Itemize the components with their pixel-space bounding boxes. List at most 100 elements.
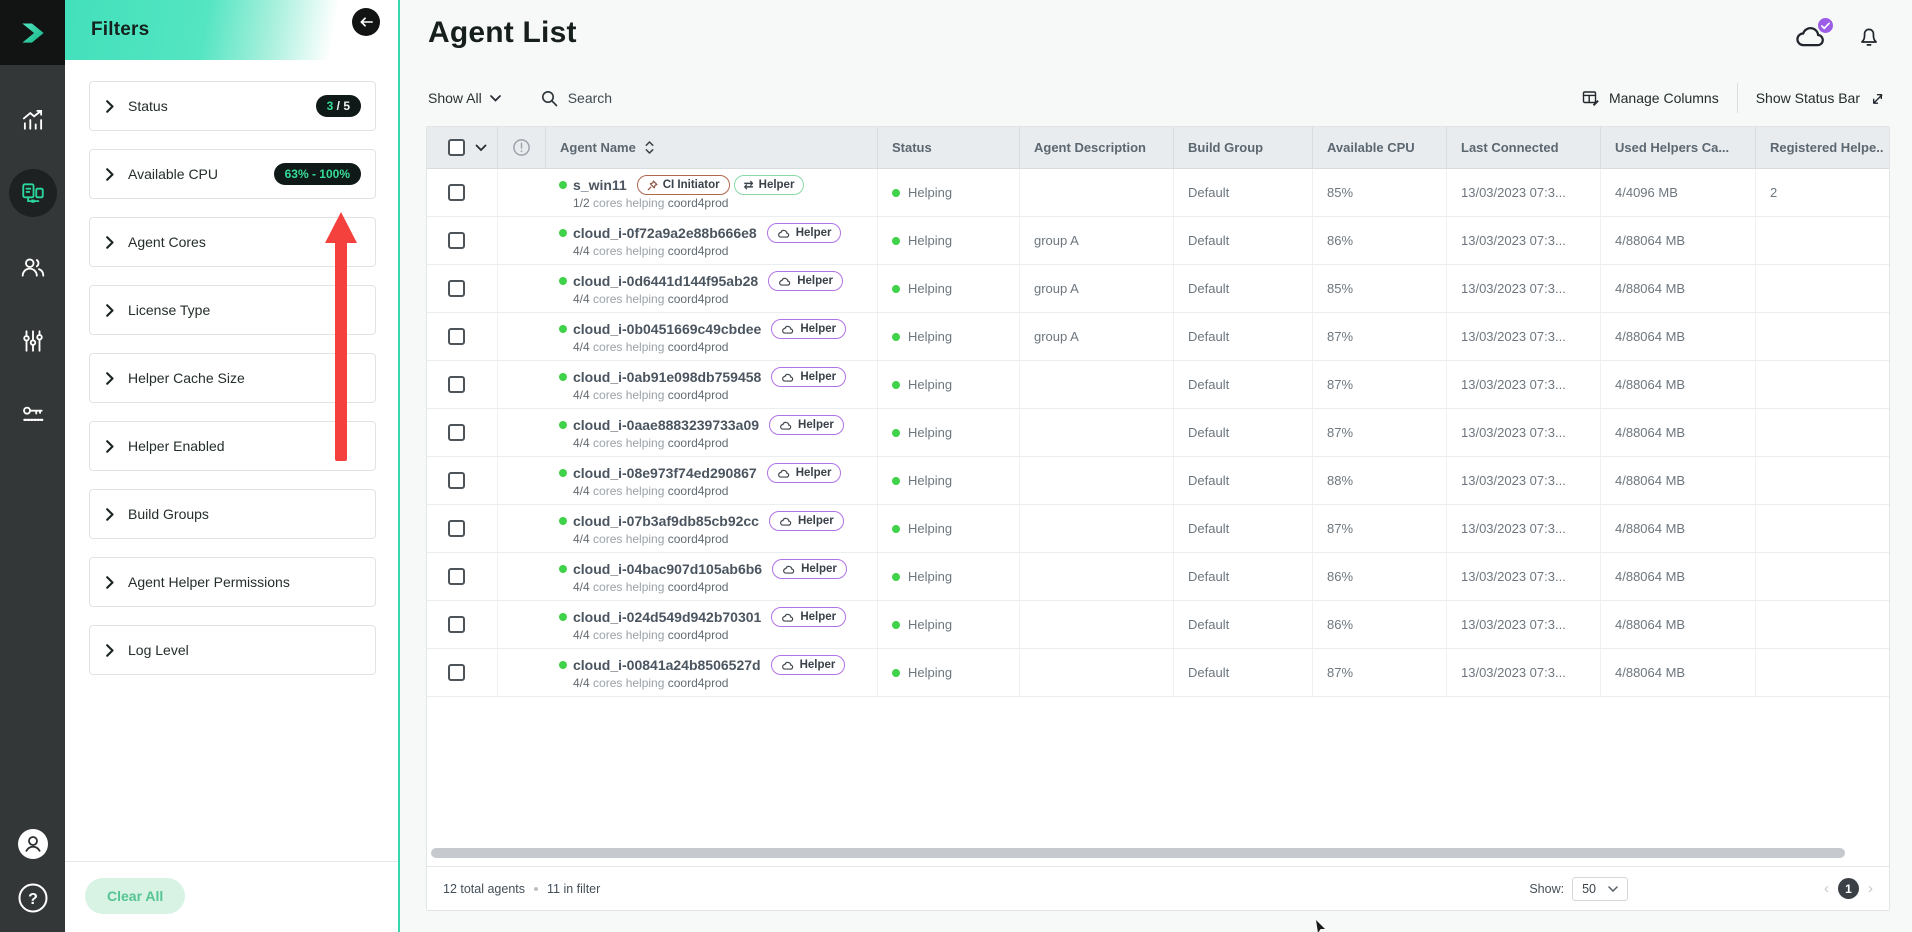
filter-card-log-level[interactable]: Log Level [89,625,376,675]
ci-initiator-badge: CI Initiator [637,175,730,195]
table-row[interactable]: cloud_i-024d549d942b70301 Helper 4/4 cor… [427,601,1889,649]
agent-online-dot [559,373,567,381]
row-checkbox[interactable] [448,520,465,537]
helper-badge: Helper [769,511,844,531]
available-cpu-cell: 85% [1313,265,1447,312]
row-checkbox[interactable] [448,232,465,249]
agent-subtext: 1/2 cores helping coord4prod [573,196,728,210]
agent-description-cell [1020,601,1174,648]
sort-icon[interactable] [644,140,655,155]
row-checkbox[interactable] [448,664,465,681]
agent-online-dot [559,661,567,669]
manage-columns-button[interactable]: Manage Columns [1582,89,1719,107]
header-agent-description[interactable]: Agent Description [1020,127,1174,168]
agent-badges: Helper [765,415,844,435]
registered-helpers-cell [1756,457,1889,504]
header-build-group[interactable]: Build Group [1174,127,1313,168]
clear-all-button[interactable]: Clear All [85,878,185,914]
table-row[interactable]: cloud_i-0ab91e098db759458 Helper 4/4 cor… [427,361,1889,409]
used-helpers-cell: 4/88064 MB [1601,361,1756,408]
agent-name[interactable]: s_win11 [573,177,627,193]
row-checkbox[interactable] [448,472,465,489]
agent-name[interactable]: cloud_i-0ab91e098db759458 [573,369,761,385]
agent-name[interactable]: cloud_i-08e973f74ed290867 [573,465,757,481]
table-row[interactable]: cloud_i-07b3af9db85cb92cc Helper 4/4 cor… [427,505,1889,553]
account-avatar[interactable] [17,828,49,860]
table-row[interactable]: cloud_i-0aae8883239733a09 Helper 4/4 cor… [427,409,1889,457]
agent-description-cell [1020,553,1174,600]
row-alert-cell [498,409,546,456]
available-cpu-cell: 87% [1313,649,1447,696]
nav-item-users[interactable] [9,243,57,291]
collapse-filters-button[interactable] [352,8,380,36]
filter-card-license-type[interactable]: License Type [89,285,376,335]
cloud-mini-icon [777,468,791,479]
table-row[interactable]: cloud_i-00841a24b8506527d Helper 4/4 cor… [427,649,1889,697]
table-row[interactable]: cloud_i-08e973f74ed290867 Helper 4/4 cor… [427,457,1889,505]
table-row[interactable]: cloud_i-04bac907d105ab6b6 Helper 4/4 cor… [427,553,1889,601]
nav-item-settings[interactable] [9,317,57,365]
select-menu-chevron-icon[interactable] [475,144,487,152]
prev-page-button[interactable]: ‹ [1824,881,1829,896]
agent-name[interactable]: cloud_i-07b3af9db85cb92cc [573,513,759,529]
row-checkbox[interactable] [448,568,465,585]
row-alert-cell [498,313,546,360]
app-logo[interactable] [0,0,65,65]
show-all-dropdown[interactable]: Show All [428,90,501,106]
page-size-select[interactable]: 50 [1572,877,1628,901]
filter-card-agent-cores[interactable]: Agent Cores [89,217,376,267]
row-checkbox[interactable] [448,616,465,633]
agent-name[interactable]: cloud_i-0d6441d144f95ab28 [573,273,758,289]
header-agent-name[interactable]: Agent Name [546,127,878,168]
back-arrow-icon [359,16,374,28]
filter-card-helper-cache-size[interactable]: Helper Cache Size [89,353,376,403]
help-button[interactable]: ? [17,882,49,914]
agent-description-cell [1020,457,1174,504]
next-page-button[interactable]: › [1868,881,1873,896]
row-checkbox[interactable] [448,280,465,297]
current-page-button[interactable]: 1 [1838,878,1859,899]
show-status-bar-button[interactable]: Show Status Bar [1756,90,1886,107]
cloud-status-button[interactable] [1794,22,1828,50]
select-all-checkbox[interactable] [448,139,465,156]
header-used-helpers[interactable]: Used Helpers Ca... [1601,127,1756,168]
header-registered-helpers[interactable]: Registered Helpe.. [1756,127,1889,168]
filter-card-agent-helper-permissions[interactable]: Agent Helper Permissions [89,557,376,607]
horizontal-scrollbar[interactable] [431,848,1845,858]
filter-card-status[interactable]: Status 3 / 5 [89,81,376,131]
table-row[interactable]: cloud_i-0b0451669c49cbdee Helper 4/4 cor… [427,313,1889,361]
search-input[interactable]: Search [541,90,612,107]
agent-name[interactable]: cloud_i-00841a24b8506527d [573,657,761,673]
table-row[interactable]: cloud_i-0f72a9a2e88b666e8 Helper 4/4 cor… [427,217,1889,265]
nav-item-agents[interactable] [9,169,57,217]
agent-name[interactable]: cloud_i-0aae8883239733a09 [573,417,759,433]
filter-card-available-cpu[interactable]: Available CPU 63% - 100% [89,149,376,199]
table-row[interactable]: cloud_i-0d6441d144f95ab28 Helper 4/4 cor… [427,265,1889,313]
header-last-connected[interactable]: Last Connected [1447,127,1601,168]
nav-item-analytics[interactable] [9,95,57,143]
row-checkbox[interactable] [448,376,465,393]
build-group-cell: Default [1174,505,1313,552]
row-checkbox[interactable] [448,424,465,441]
agent-name[interactable]: cloud_i-024d549d942b70301 [573,609,761,625]
status-dot [892,285,900,293]
status-label: Helping [908,329,952,344]
agent-name[interactable]: cloud_i-04bac907d105ab6b6 [573,561,762,577]
agent-name[interactable]: cloud_i-0b0451669c49cbdee [573,321,761,337]
available-cpu-cell: 86% [1313,217,1447,264]
header-available-cpu[interactable]: Available CPU [1313,127,1447,168]
filter-card-helper-enabled[interactable]: Helper Enabled [89,421,376,471]
agent-name[interactable]: cloud_i-0f72a9a2e88b666e8 [573,225,757,241]
header-status[interactable]: Status [878,127,1020,168]
table-row[interactable]: s_win11 CI Initiator⇄Helper 1/2 cores he… [427,169,1889,217]
filter-card-build-groups[interactable]: Build Groups [89,489,376,539]
agent-badges: Helper [767,655,846,675]
build-group-cell: Default [1174,265,1313,312]
notifications-button[interactable] [1856,22,1882,50]
nav-item-license[interactable] [9,391,57,439]
row-checkbox[interactable] [448,184,465,201]
filter-panel: Filters Status 3 / 5 Available CPU 63% -… [65,0,400,932]
build-group-cell: Default [1174,601,1313,648]
badge-label: Helper [800,323,836,335]
row-checkbox[interactable] [448,328,465,345]
